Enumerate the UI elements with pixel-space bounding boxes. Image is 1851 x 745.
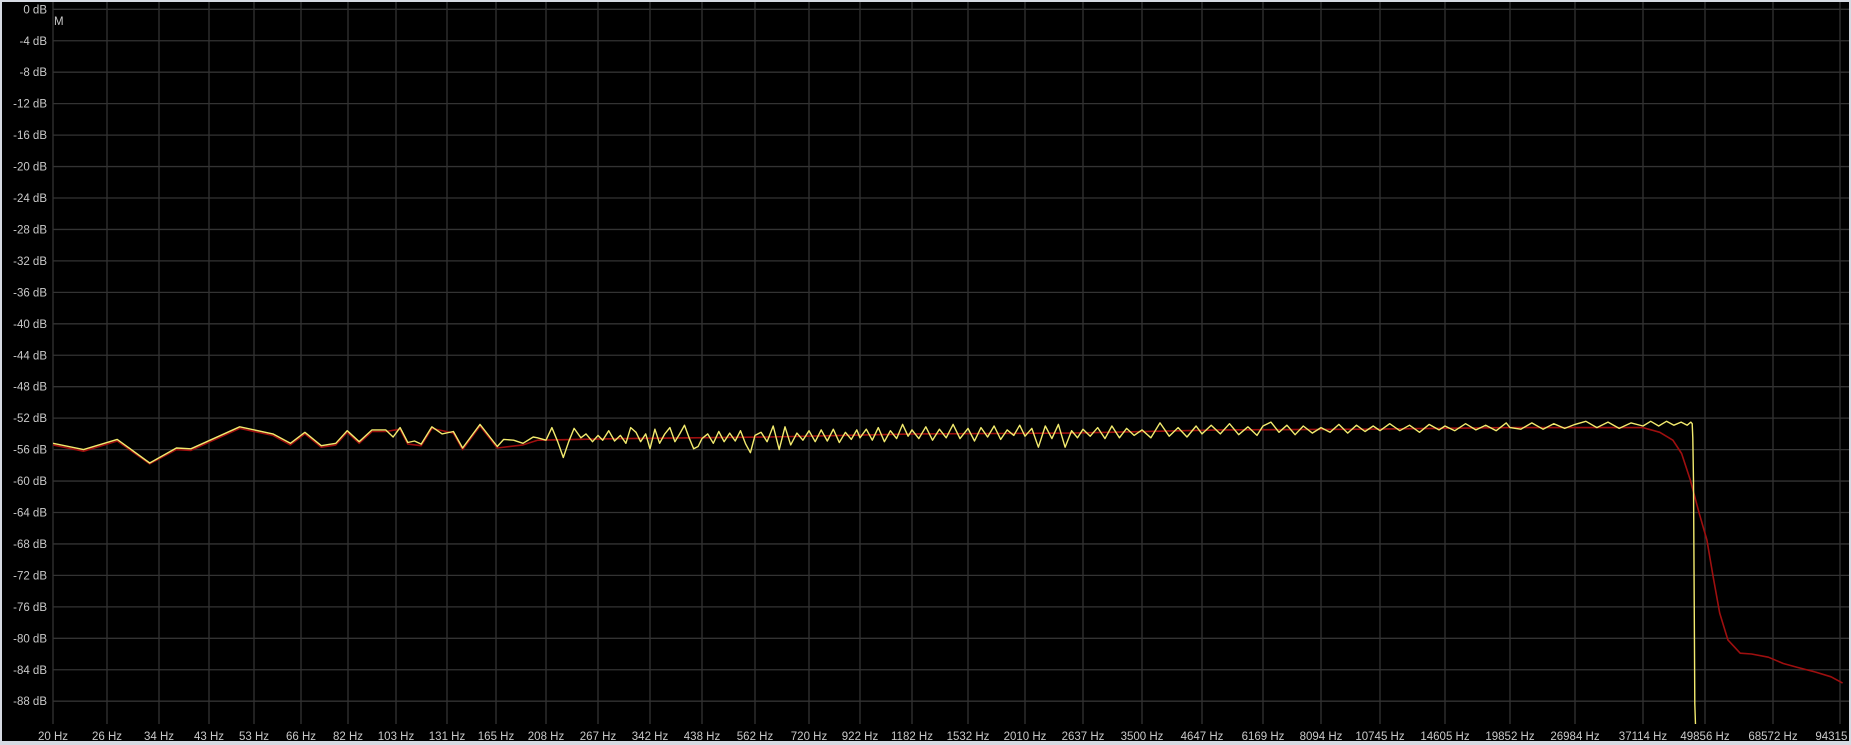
x-tick-label: 208 Hz	[528, 731, 565, 741]
x-tick-label: 94315 Hz	[1815, 731, 1849, 741]
y-tick-label: -48 dB	[13, 382, 47, 394]
x-tick-label: 10745 Hz	[1355, 731, 1404, 741]
x-tick-label: 34 Hz	[144, 731, 174, 741]
spectrum-chart: 0 dB -4 dB -8 dB -12 dB -16 dB -20 dB -24 dB -2…	[13, 2, 1849, 741]
y-tick-label: -84 dB	[13, 665, 47, 677]
y-tick-label: -32 dB	[13, 256, 47, 268]
y-tick-label: 0 dB	[23, 4, 47, 16]
y-tick-label: -24 dB	[13, 193, 47, 205]
y-tick-label: -80 dB	[13, 633, 47, 645]
x-tick-label: 165 Hz	[478, 731, 515, 741]
x-tick-label: 2637 Hz	[1062, 731, 1105, 741]
spectrum-analyzer-plot: 0 dB -4 dB -8 dB -12 dB -16 dB -20 dB -24 dB -2…	[2, 2, 1849, 741]
y-tick-label: -44 dB	[13, 350, 47, 362]
y-tick-label: -72 dB	[13, 570, 47, 582]
y-tick-label: -20 dB	[13, 162, 47, 174]
x-tick-label: 1532 Hz	[947, 731, 990, 741]
x-tick-label: 267 Hz	[580, 731, 617, 741]
x-tick-label: 68572 Hz	[1748, 731, 1797, 741]
x-tick-label: 14605 Hz	[1420, 731, 1469, 741]
x-axis-labels: 20 Hz 26 Hz 34 Hz 43 Hz 53 Hz 66 Hz 82 Hz 103 H…	[38, 731, 1849, 741]
x-tick-label: 1182 Hz	[891, 731, 933, 741]
y-tick-label: -68 dB	[13, 539, 47, 551]
x-tick-label: 922 Hz	[842, 731, 879, 741]
x-tick-label: 20 Hz	[38, 731, 68, 741]
marker-label: M	[54, 16, 64, 28]
x-tick-label: 4647 Hz	[1181, 731, 1224, 741]
x-tick-label: 49856 Hz	[1680, 731, 1729, 741]
y-tick-label: -16 dB	[13, 130, 47, 142]
x-tick-label: 43 Hz	[194, 731, 224, 741]
x-tick-label: 342 Hz	[632, 731, 669, 741]
x-tick-label: 2010 Hz	[1004, 731, 1047, 741]
y-tick-label: -60 dB	[13, 476, 47, 488]
x-tick-label: 720 Hz	[791, 731, 828, 741]
x-tick-label: 438 Hz	[684, 731, 721, 741]
y-tick-label: -12 dB	[13, 99, 47, 111]
series-line-red	[53, 425, 1843, 684]
y-tick-label: -76 dB	[13, 602, 47, 614]
x-tick-label: 562 Hz	[737, 731, 774, 741]
x-tick-label: 53 Hz	[239, 731, 269, 741]
x-tick-label: 103 Hz	[378, 731, 415, 741]
y-tick-label: -28 dB	[13, 224, 47, 236]
y-tick-label: -52 dB	[13, 413, 47, 425]
x-tick-label: 6169 Hz	[1242, 731, 1285, 741]
y-tick-label: -36 dB	[13, 287, 47, 299]
y-tick-label: -40 dB	[13, 319, 47, 331]
y-tick-label: -64 dB	[13, 508, 47, 520]
x-tick-label: 131 Hz	[429, 731, 466, 741]
y-tick-label: -8 dB	[20, 67, 48, 79]
x-tick-label: 82 Hz	[333, 731, 363, 741]
x-tick-label: 3500 Hz	[1121, 731, 1164, 741]
y-tick-label: -56 dB	[13, 445, 47, 457]
x-tick-label: 26984 Hz	[1550, 731, 1599, 741]
x-tick-label: 66 Hz	[286, 731, 316, 741]
y-tick-label: -4 dB	[20, 36, 48, 48]
series	[53, 420, 1843, 724]
x-tick-label: 8094 Hz	[1300, 731, 1343, 741]
x-tick-label: 37114 Hz	[1619, 731, 1668, 741]
x-tick-label: 26 Hz	[92, 731, 122, 741]
y-tick-label: -88 dB	[13, 696, 47, 708]
y-axis-labels: 0 dB -4 dB -8 dB -12 dB -16 dB -20 dB -24 dB -2…	[13, 4, 47, 708]
series-line-yellow	[53, 420, 1697, 724]
grid	[52, 2, 1849, 724]
x-tick-label: 19852 Hz	[1485, 731, 1534, 741]
